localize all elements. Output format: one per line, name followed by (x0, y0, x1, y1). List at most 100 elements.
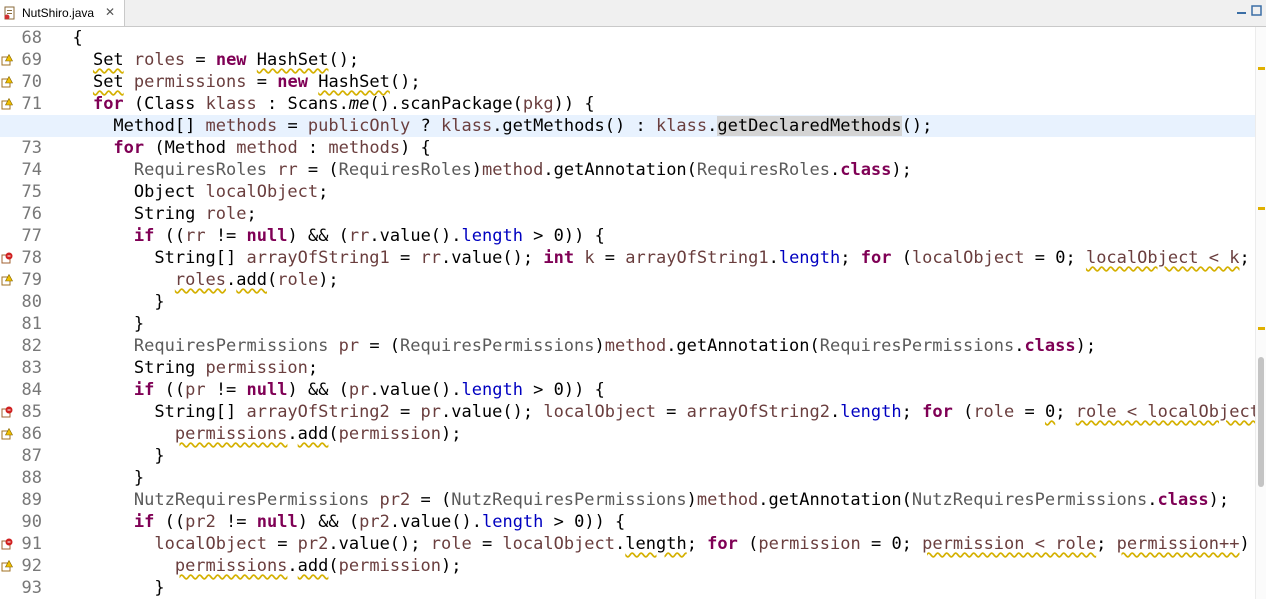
code-token: length (461, 380, 523, 400)
code-token: role (277, 270, 319, 290)
code-token: RequiresRoles (133, 160, 267, 180)
code-token: NutzRequiresPermissions (451, 490, 687, 510)
keyword-token: class (840, 160, 892, 180)
code-area[interactable]: { Set roles = new HashSet(); Set permiss… (0, 27, 1266, 599)
keyword-token: null (246, 226, 288, 246)
code-token: ; (246, 204, 257, 224)
keyword-token: for (922, 402, 953, 422)
code-token: ; (901, 402, 923, 422)
code-token: ( (952, 402, 974, 422)
code-token: RequiresPermissions (819, 336, 1015, 356)
code-line[interactable]: } (0, 467, 1266, 489)
code-line[interactable]: if ((pr != null) && (pr.value().length >… (0, 379, 1266, 401)
keyword-token: new (215, 50, 247, 70)
code-token: = (594, 248, 626, 268)
code-line[interactable]: String role; (0, 203, 1266, 225)
code-line[interactable]: if ((pr2 != null) && (pr2.value().length… (0, 511, 1266, 533)
code-token: pr (338, 336, 360, 356)
code-token: > 0)) { (522, 226, 605, 246)
code-line[interactable]: Object localObject; (0, 181, 1266, 203)
code-token: role (430, 534, 472, 554)
warning-token: permission++ (1116, 534, 1240, 554)
code-token: role (973, 402, 1015, 422)
code-line[interactable]: roles.add(role); (0, 269, 1266, 291)
code-token: = (246, 72, 278, 92)
code-line[interactable]: } (0, 445, 1266, 467)
scrollbar-thumb[interactable] (1258, 357, 1264, 487)
code-line[interactable]: NutzRequiresPermissions pr2 = (NutzRequi… (0, 489, 1266, 511)
tab-nutshiro-java[interactable]: NutShiro.java ✕ (0, 0, 125, 26)
code-token: ) (686, 490, 697, 510)
code-line[interactable]: } (0, 291, 1266, 313)
code-line[interactable]: Set permissions = new HashSet(); (0, 71, 1266, 93)
code-line[interactable]: if ((rr != null) && (rr.value().length >… (0, 225, 1266, 247)
code-token: ; (318, 182, 329, 202)
warning-token: length (625, 534, 687, 554)
code-line[interactable]: Set roles = new HashSet(); (0, 49, 1266, 71)
code-line[interactable]: localObject = pr2.value(); role = localO… (0, 533, 1266, 555)
code-token: localObject (543, 402, 656, 422)
code-token: } (133, 468, 145, 488)
code-line[interactable]: String[] arrayOfString1 = rr.value(); in… (0, 247, 1266, 269)
code-line[interactable]: for (Class klass : Scans.me().scanPackag… (0, 93, 1266, 115)
code-token: String[] (154, 248, 247, 268)
code-line[interactable]: RequiresRoles rr = (RequiresRoles)method… (0, 159, 1266, 181)
code-token: localObject (502, 534, 616, 554)
code-line[interactable]: permissions.add(permission); (0, 555, 1266, 577)
code-token: (Method (144, 138, 237, 158)
warning-token: Set (92, 72, 124, 92)
code-token: (); (901, 116, 933, 136)
code-line[interactable]: { (0, 27, 1266, 49)
code-token: .value(); (440, 402, 544, 422)
overview-ruler[interactable] (1255, 27, 1266, 599)
minimize-icon[interactable] (1236, 5, 1247, 16)
maximize-icon[interactable] (1251, 5, 1262, 16)
code-token: String[] (154, 402, 247, 422)
code-token: } (154, 446, 165, 466)
code-line[interactable]: String[] arrayOfString2 = pr.value(); lo… (0, 401, 1266, 423)
code-token: ) (471, 160, 482, 180)
code-token: = (185, 50, 216, 70)
highlighted-token: getDecla (717, 116, 800, 136)
code-token: RequiresRoles (338, 160, 472, 180)
code-line[interactable]: } (0, 577, 1266, 599)
code-token: length (461, 226, 523, 246)
overview-warning-marker[interactable] (1258, 67, 1265, 70)
code-token: localObject (154, 534, 267, 554)
code-token: methods (328, 138, 401, 158)
code-token: ); (441, 424, 462, 444)
overview-warning-marker[interactable] (1258, 327, 1265, 330)
code-token: ().scanPackage( (369, 94, 523, 114)
keyword-token: if (133, 512, 155, 532)
keyword-token: for (707, 534, 738, 554)
code-token: pr2 (297, 534, 329, 554)
keyword-token: if (133, 380, 155, 400)
code-line[interactable]: RequiresPermissions pr = (RequiresPermis… (0, 335, 1266, 357)
code-token: Object (133, 182, 206, 202)
code-line[interactable]: String permission; (0, 357, 1266, 379)
code-token: . (287, 424, 298, 444)
warning-token: Set (92, 50, 124, 70)
code-line[interactable]: for (Method method : methods) { (0, 137, 1266, 159)
code-line[interactable]: Method[] methods = publicOnly ? klass.ge… (0, 115, 1266, 137)
keyword-token: if (133, 226, 155, 246)
code-token: length (778, 248, 841, 268)
code-token: permissions (133, 72, 247, 92)
code-token: RequiresPermissions (133, 336, 329, 356)
code-editor[interactable]: 6869707172737475767778798081828384858687… (0, 27, 1266, 599)
code-token: rr (277, 160, 298, 180)
code-line[interactable]: } (0, 313, 1266, 335)
overview-warning-marker[interactable] (1258, 207, 1265, 210)
code-token: = (1014, 402, 1045, 422)
code-line[interactable]: permissions.add(permission); (0, 423, 1266, 445)
code-token: pr (420, 402, 441, 422)
close-icon[interactable]: ✕ (105, 5, 115, 19)
